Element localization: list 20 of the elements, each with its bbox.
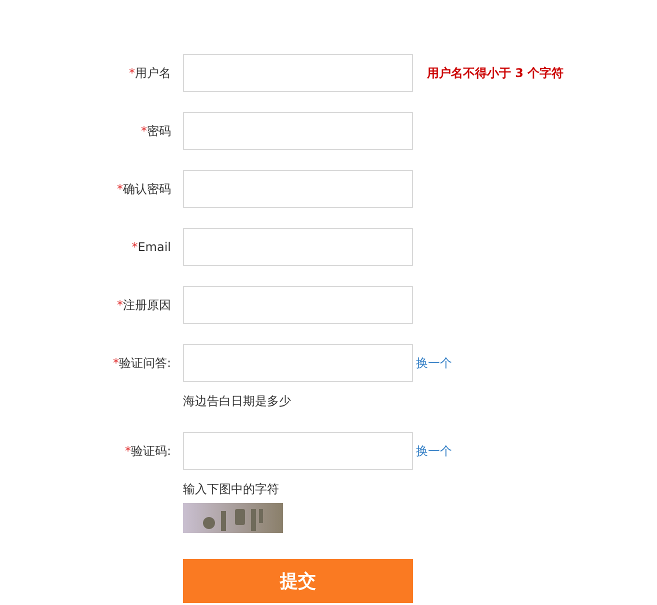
refresh-link[interactable]: 换一个 xyxy=(416,354,452,372)
error-message: 用户名不得小于 3 个字符 xyxy=(427,65,564,82)
input-field[interactable] xyxy=(183,228,413,266)
hint-text: 输入下图中的字符 xyxy=(183,482,279,496)
field-label: *密码 xyxy=(141,123,171,140)
input-field[interactable] xyxy=(183,286,413,324)
field-label: *验证码: xyxy=(124,443,171,460)
field-label: *Email xyxy=(132,239,171,256)
input-field[interactable] xyxy=(183,54,413,92)
field-label: *验证问答: xyxy=(112,355,171,372)
field-label: *确认密码 xyxy=(117,181,171,198)
field-label: *用户名 xyxy=(129,65,171,82)
input-field[interactable] xyxy=(183,112,413,150)
refresh-link[interactable]: 换一个 xyxy=(416,442,452,460)
submit-button[interactable]: 提交 xyxy=(183,559,413,603)
hint-text: 海边告白日期是多少 xyxy=(183,394,291,408)
input-field[interactable] xyxy=(183,432,413,470)
field-label: *注册原因 xyxy=(117,297,171,314)
input-field[interactable] xyxy=(183,344,413,382)
input-field[interactable] xyxy=(183,170,413,208)
